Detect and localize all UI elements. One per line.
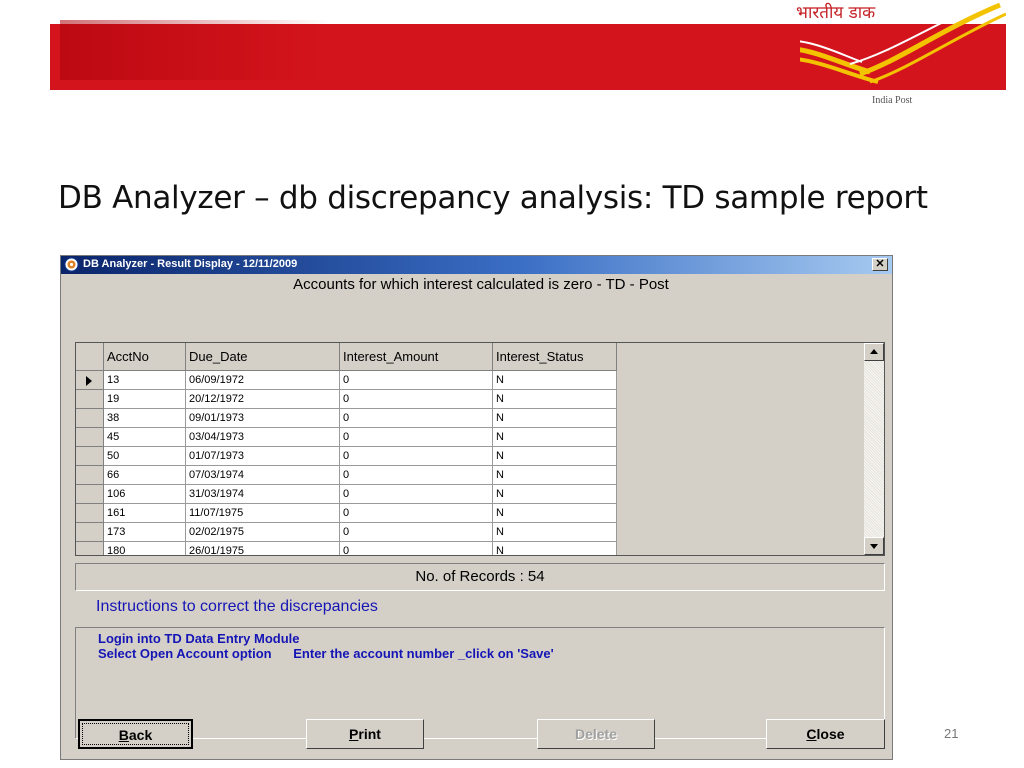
scroll-up-arrow-icon[interactable] bbox=[864, 343, 884, 361]
grid-vertical-scrollbar[interactable] bbox=[864, 343, 884, 555]
cell-acctno[interactable]: 38 bbox=[104, 409, 186, 428]
print-button-label: Print bbox=[349, 726, 381, 742]
cell-acctno[interactable]: 13 bbox=[104, 371, 186, 390]
cell-interest-status[interactable]: N bbox=[493, 447, 617, 466]
cell-interest-status[interactable]: N bbox=[493, 390, 617, 409]
window-close-icon[interactable]: ✕ bbox=[872, 258, 888, 271]
table-row[interactable]: 45 03/04/1973 0 N bbox=[104, 428, 617, 447]
table-row[interactable]: 106 31/03/1974 0 N bbox=[104, 485, 617, 504]
row-selector[interactable] bbox=[76, 409, 104, 428]
cell-due-date[interactable]: 20/12/1972 bbox=[186, 390, 340, 409]
result-display-window: DB Analyzer - Result Display - 12/11/200… bbox=[60, 255, 893, 760]
cell-due-date[interactable]: 03/04/1973 bbox=[186, 428, 340, 447]
table-row[interactable]: 19 20/12/1972 0 N bbox=[104, 390, 617, 409]
logo-hindi-text: भारतीय डाक bbox=[796, 3, 876, 23]
instruction-line: Login into TD Data Entry Module bbox=[98, 631, 300, 646]
cell-interest-amount[interactable]: 0 bbox=[340, 485, 493, 504]
column-header-interest-status[interactable]: Interest_Status bbox=[493, 343, 617, 371]
cell-interest-amount[interactable]: 0 bbox=[340, 523, 493, 542]
table-row[interactable]: 50 01/07/1973 0 N bbox=[104, 447, 617, 466]
cell-interest-amount[interactable]: 0 bbox=[340, 371, 493, 390]
back-button[interactable]: Back bbox=[78, 719, 193, 749]
table-row[interactable]: 180 26/01/1975 0 N bbox=[104, 542, 617, 555]
cell-due-date[interactable]: 31/03/1974 bbox=[186, 485, 340, 504]
cell-acctno[interactable]: 45 bbox=[104, 428, 186, 447]
cell-interest-amount[interactable]: 0 bbox=[340, 390, 493, 409]
table-row[interactable]: 38 09/01/1973 0 N bbox=[104, 409, 617, 428]
cell-due-date[interactable]: 11/07/1975 bbox=[186, 504, 340, 523]
close-button[interactable]: Close bbox=[766, 719, 885, 749]
delete-button-label: Delete bbox=[574, 726, 618, 742]
cell-due-date[interactable]: 26/01/1975 bbox=[186, 542, 340, 555]
cell-acctno[interactable]: 173 bbox=[104, 523, 186, 542]
cell-interest-status[interactable]: N bbox=[493, 428, 617, 447]
table-row[interactable]: 13 06/09/1972 0 N bbox=[104, 371, 617, 390]
app-icon bbox=[64, 257, 79, 272]
cell-interest-status[interactable]: N bbox=[493, 523, 617, 542]
cell-acctno[interactable]: 180 bbox=[104, 542, 186, 555]
row-selector[interactable] bbox=[76, 523, 104, 542]
row-selector[interactable] bbox=[76, 466, 104, 485]
cell-due-date[interactable]: 09/01/1973 bbox=[186, 409, 340, 428]
results-grid[interactable]: AcctNo Due_Date Interest_Amount Interest… bbox=[75, 342, 885, 556]
cell-interest-status[interactable]: N bbox=[493, 466, 617, 485]
report-heading: Accounts for which interest calculated i… bbox=[293, 276, 669, 293]
cell-due-date[interactable]: 07/03/1974 bbox=[186, 466, 340, 485]
cell-interest-status[interactable]: N bbox=[493, 542, 617, 555]
slide-page-number: 21 bbox=[944, 726, 959, 741]
back-button-label: Back bbox=[118, 727, 153, 743]
current-row-arrow-icon bbox=[86, 376, 92, 386]
print-button[interactable]: Print bbox=[306, 719, 424, 749]
table-row[interactable]: 161 11/07/1975 0 N bbox=[104, 504, 617, 523]
grid-empty-area bbox=[617, 343, 864, 555]
cell-acctno[interactable]: 106 bbox=[104, 485, 186, 504]
row-selector[interactable] bbox=[76, 371, 104, 390]
cell-acctno[interactable]: 19 bbox=[104, 390, 186, 409]
logo-english-text: India Post bbox=[872, 95, 913, 106]
record-count: No. of Records : 54 bbox=[75, 563, 885, 591]
cell-interest-status[interactable]: N bbox=[493, 485, 617, 504]
instruction-line: Select Open Account option Enter the acc… bbox=[98, 646, 554, 661]
cell-interest-status[interactable]: N bbox=[493, 409, 617, 428]
column-header-acctno[interactable]: AcctNo bbox=[104, 343, 186, 371]
cell-acctno[interactable]: 161 bbox=[104, 504, 186, 523]
row-selector[interactable] bbox=[76, 504, 104, 523]
cell-interest-amount[interactable]: 0 bbox=[340, 409, 493, 428]
window-title: DB Analyzer - Result Display - 12/11/200… bbox=[83, 258, 298, 270]
cell-interest-amount[interactable]: 0 bbox=[340, 428, 493, 447]
row-selector[interactable] bbox=[76, 428, 104, 447]
instructions-title: Instructions to correct the discrepancie… bbox=[96, 598, 378, 615]
cell-acctno[interactable]: 66 bbox=[104, 466, 186, 485]
cell-due-date[interactable]: 06/09/1972 bbox=[186, 371, 340, 390]
row-selector[interactable] bbox=[76, 390, 104, 409]
row-selector[interactable] bbox=[76, 542, 104, 555]
grid-corner-header bbox=[76, 343, 104, 371]
table-row[interactable]: 66 07/03/1974 0 N bbox=[104, 466, 617, 485]
cell-due-date[interactable]: 01/07/1973 bbox=[186, 447, 340, 466]
row-selector[interactable] bbox=[76, 447, 104, 466]
scroll-down-arrow-icon[interactable] bbox=[864, 537, 884, 555]
table-row[interactable]: 173 02/02/1975 0 N bbox=[104, 523, 617, 542]
cell-interest-amount[interactable]: 0 bbox=[340, 447, 493, 466]
cell-interest-amount[interactable]: 0 bbox=[340, 466, 493, 485]
cell-interest-status[interactable]: N bbox=[493, 371, 617, 390]
cell-acctno[interactable]: 50 bbox=[104, 447, 186, 466]
cell-interest-amount[interactable]: 0 bbox=[340, 504, 493, 523]
close-button-label: Close bbox=[806, 726, 845, 742]
column-header-due-date[interactable]: Due_Date bbox=[186, 343, 340, 371]
slide-title: DB Analyzer – db discrepancy analysis: T… bbox=[58, 180, 928, 216]
cell-due-date[interactable]: 02/02/1975 bbox=[186, 523, 340, 542]
cell-interest-amount[interactable]: 0 bbox=[340, 542, 493, 555]
cell-interest-status[interactable]: N bbox=[493, 504, 617, 523]
row-selector[interactable] bbox=[76, 485, 104, 504]
banner-shading bbox=[60, 20, 330, 80]
window-titlebar[interactable]: DB Analyzer - Result Display - 12/11/200… bbox=[61, 256, 892, 274]
column-header-interest-amount[interactable]: Interest_Amount bbox=[340, 343, 493, 371]
delete-button: Delete bbox=[537, 719, 655, 749]
instructions-box: Login into TD Data Entry Module Select O… bbox=[75, 627, 885, 739]
